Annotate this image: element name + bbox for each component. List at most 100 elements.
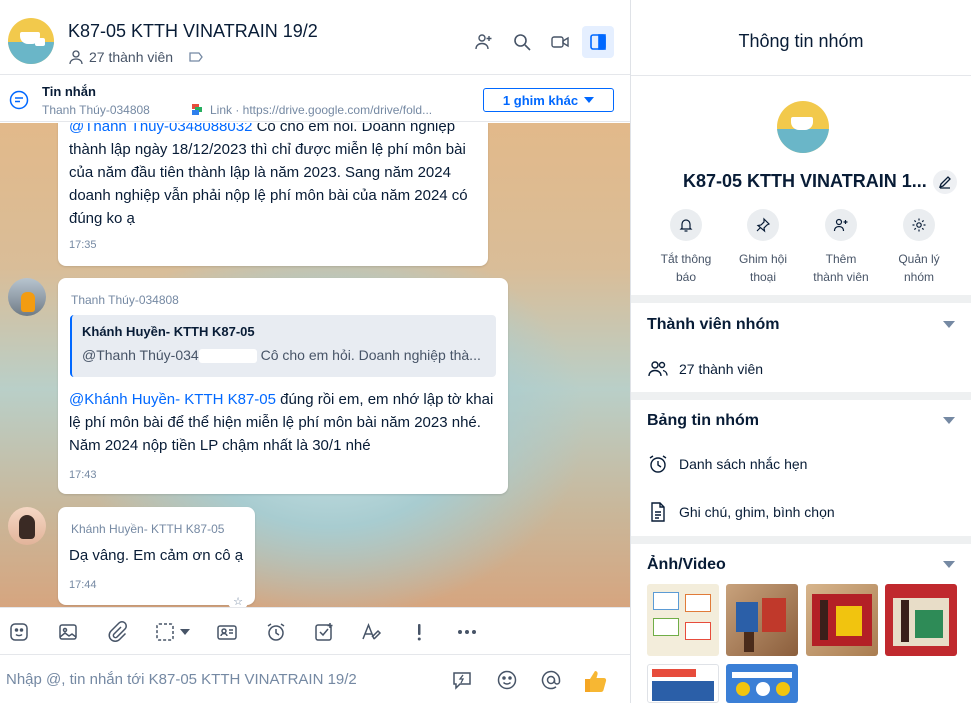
mention[interactable]: @Thanh Thúy-0348088032 bbox=[69, 123, 252, 135]
media-thumbnail[interactable] bbox=[726, 664, 798, 703]
edit-name-button[interactable] bbox=[933, 170, 957, 194]
chat-bubble-icon bbox=[9, 90, 29, 110]
add-member-action-button[interactable]: Thêm thành viên bbox=[806, 209, 876, 286]
task-button[interactable] bbox=[311, 616, 337, 648]
action-label: Tắt thông báo bbox=[660, 252, 712, 284]
member-count[interactable]: 27 thành viên bbox=[68, 49, 204, 65]
screenshot-icon bbox=[156, 623, 174, 641]
bell-icon bbox=[679, 219, 693, 232]
media-thumbnail[interactable] bbox=[647, 664, 719, 703]
video-call-button[interactable] bbox=[544, 26, 576, 58]
media-thumbnail[interactable] bbox=[726, 584, 798, 656]
alarm-icon bbox=[267, 623, 285, 641]
add-member-icon bbox=[475, 34, 492, 50]
section-divider bbox=[631, 536, 971, 544]
members-section-title[interactable]: Thành viên nhóm bbox=[647, 316, 779, 334]
members-icon bbox=[648, 361, 668, 377]
group-avatar-large[interactable] bbox=[777, 101, 829, 153]
attach-button[interactable] bbox=[104, 616, 130, 648]
panel-toggle-button[interactable] bbox=[582, 26, 614, 58]
media-thumbnail[interactable] bbox=[647, 584, 719, 656]
message-bubble[interactable]: Khánh Huyền- KTTH K87-05 Dạ vâng. Em cảm… bbox=[58, 507, 255, 605]
notes-row[interactable]: Ghi chú, ghim, bình chọn bbox=[647, 501, 835, 523]
contact-card-button[interactable] bbox=[214, 616, 240, 648]
format-text-icon bbox=[362, 622, 382, 640]
message-input[interactable] bbox=[6, 666, 426, 692]
contact-card-icon bbox=[217, 625, 237, 640]
message-bubble[interactable]: @Thanh Thúy-0348088032 Cô cho em hỏi. Do… bbox=[58, 123, 488, 266]
pinned-link[interactable]: Link · https://drive.google.com/drive/fo… bbox=[190, 103, 432, 117]
board-section-title[interactable]: Bảng tin nhóm bbox=[647, 412, 759, 430]
chat-header: K87-05 KTTH VINATRAIN 19/2 27 thành viên bbox=[0, 8, 630, 75]
format-text-button[interactable] bbox=[358, 616, 384, 648]
thumbs-up-icon bbox=[585, 671, 607, 692]
media-thumbnail[interactable] bbox=[885, 584, 957, 656]
header-actions bbox=[468, 26, 614, 58]
media-section-title[interactable]: Ảnh/Video bbox=[647, 556, 726, 574]
document-icon bbox=[651, 502, 665, 522]
sender-name: Thanh Thúy-034808 bbox=[71, 293, 179, 307]
chevron-down-icon[interactable] bbox=[943, 417, 955, 424]
action-label: Quản lý nhóm bbox=[898, 252, 940, 284]
drive-icon bbox=[192, 104, 202, 115]
more-pins-button[interactable]: 1 ghim khác bbox=[483, 88, 614, 112]
message-time: 17:35 bbox=[69, 239, 97, 251]
message-list[interactable]: @Thanh Thúy-0348088032 Cô cho em hỏi. Do… bbox=[0, 123, 630, 607]
mention[interactable]: @Khánh Huyền- KTTH K87-05 bbox=[69, 391, 276, 408]
add-member-icon bbox=[833, 218, 848, 232]
tag-icon[interactable] bbox=[188, 49, 204, 65]
section-divider bbox=[631, 392, 971, 400]
alarm-icon bbox=[649, 455, 667, 473]
screenshot-button[interactable] bbox=[150, 616, 194, 648]
pin-icon bbox=[756, 217, 771, 233]
avatar[interactable] bbox=[8, 278, 46, 316]
quoted-message[interactable]: Khánh Huyền- KTTH K87-05 @Thanh Thúy-034… bbox=[70, 315, 496, 377]
message-time: 17:43 bbox=[69, 469, 97, 481]
reaction-button[interactable]: ☆ bbox=[228, 595, 248, 607]
panel-title: Thông tin nhóm bbox=[631, 0, 971, 76]
urgent-button[interactable] bbox=[406, 616, 432, 648]
media-thumbnail[interactable] bbox=[806, 584, 878, 656]
pinned-link-text: Link · https://drive.google.com/drive/fo… bbox=[210, 103, 433, 117]
add-member-button[interactable] bbox=[468, 26, 500, 58]
mute-notifications-button[interactable]: Tắt thông báo bbox=[651, 209, 721, 286]
image-button[interactable] bbox=[55, 616, 81, 648]
pinned-message-bar[interactable]: Tin nhắn Thanh Thúy-034808 Link · https:… bbox=[0, 76, 630, 122]
quote-text: @Thanh Thúy-034 Cô cho em hỏi. Doanh ngh… bbox=[82, 347, 481, 364]
avatar[interactable] bbox=[8, 507, 46, 545]
action-label: Ghim hội thoại bbox=[738, 252, 788, 284]
like-button[interactable] bbox=[582, 668, 608, 694]
mention-button[interactable] bbox=[539, 668, 563, 692]
exclamation-icon bbox=[417, 624, 421, 641]
reminder-button[interactable] bbox=[263, 616, 289, 648]
sticker-button[interactable] bbox=[6, 616, 32, 648]
group-title[interactable]: K87-05 KTTH VINATRAIN 19/2 bbox=[68, 21, 318, 42]
pinned-sender: Thanh Thúy-034808 bbox=[42, 103, 150, 117]
quick-message-button[interactable] bbox=[450, 668, 474, 692]
pin-conversation-button[interactable]: Ghim hội thoại bbox=[728, 209, 798, 286]
member-count-text: 27 thành viên bbox=[679, 361, 764, 377]
search-icon bbox=[514, 34, 531, 51]
group-avatar[interactable] bbox=[8, 18, 54, 64]
person-icon bbox=[69, 50, 83, 65]
more-options-button[interactable] bbox=[454, 616, 480, 648]
caret-down-icon bbox=[180, 629, 190, 635]
quote-sender: Khánh Huyền- KTTH K87-05 bbox=[82, 324, 255, 339]
more-pins-label: 1 ghim khác bbox=[502, 92, 579, 108]
emoji-button[interactable] bbox=[495, 668, 519, 692]
reminder-list-row[interactable]: Danh sách nhắc hẹn bbox=[647, 453, 807, 475]
member-list-row[interactable]: 27 thành viên bbox=[647, 358, 763, 380]
paperclip-icon bbox=[108, 621, 127, 642]
emoji-icon bbox=[497, 670, 517, 690]
message-text: @Thanh Thúy-0348088032 Cô cho em hỏi. Do… bbox=[69, 123, 479, 230]
image-icon bbox=[59, 624, 77, 640]
chevron-down-icon[interactable] bbox=[943, 561, 955, 568]
manage-group-button[interactable]: Quản lý nhóm bbox=[884, 209, 954, 286]
checklist-icon bbox=[315, 623, 333, 641]
chevron-down-icon[interactable] bbox=[943, 321, 955, 328]
message-bubble[interactable]: Thanh Thúy-034808 Khánh Huyền- KTTH K87-… bbox=[58, 278, 508, 494]
quick-message-icon bbox=[453, 672, 471, 690]
reminder-list-label: Danh sách nhắc hẹn bbox=[679, 456, 808, 472]
video-call-icon bbox=[551, 36, 569, 48]
search-button[interactable] bbox=[506, 26, 538, 58]
